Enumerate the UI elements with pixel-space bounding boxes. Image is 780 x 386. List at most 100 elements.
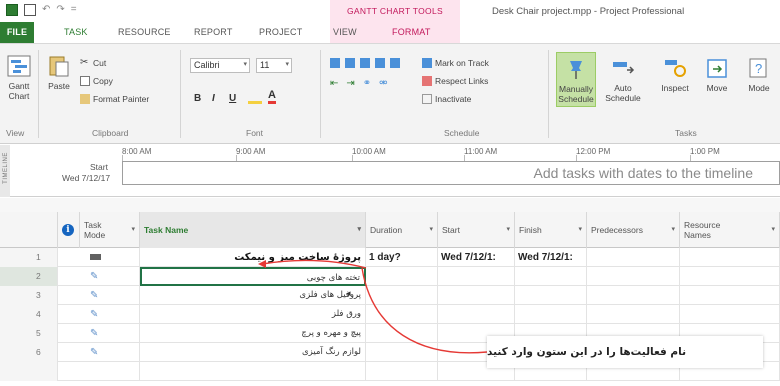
italic-button[interactable]: I — [212, 93, 215, 104]
start-cell[interactable] — [438, 267, 515, 286]
inspect-button[interactable]: Inspect — [658, 56, 692, 93]
task-mode-cell[interactable]: ✎ — [80, 343, 140, 362]
finish-cell[interactable] — [515, 267, 587, 286]
font-family-select[interactable]: Calibri ▾ — [190, 58, 250, 73]
project-app-icon[interactable] — [6, 4, 18, 16]
predecessors-cell[interactable] — [587, 267, 680, 286]
predecessors-cell[interactable] — [587, 286, 680, 305]
format-painter-button[interactable]: Format Painter — [80, 94, 149, 104]
tab-format[interactable]: FORMAT — [392, 27, 431, 37]
tab-project[interactable]: PROJECT — [259, 27, 302, 37]
header-task-name[interactable]: Task Name ▾ — [140, 212, 366, 248]
task-mode-cell[interactable]: ✎ — [80, 324, 140, 343]
unlink-icon[interactable]: ⚮ — [379, 78, 387, 89]
resource-names-cell[interactable] — [680, 267, 780, 286]
auto-schedule-button[interactable]: Auto Schedule — [604, 56, 642, 103]
mark-on-track-button[interactable]: Mark on Track — [422, 58, 489, 68]
header-resource-names[interactable]: Resource Names ▾ — [680, 212, 780, 248]
header-duration[interactable]: Duration ▾ — [366, 212, 438, 248]
start-cell[interactable] — [438, 305, 515, 324]
save-icon[interactable] — [24, 4, 36, 16]
task-mode-cell[interactable]: ✎ — [80, 286, 140, 305]
tab-view[interactable]: VIEW — [333, 27, 357, 37]
chevron-down-icon[interactable]: ▾ — [357, 225, 361, 235]
row-number[interactable] — [0, 362, 58, 381]
header-predecessors[interactable]: Predecessors ▾ — [587, 212, 680, 248]
task-mode-cell[interactable]: ✎ — [80, 305, 140, 324]
inactivate-button[interactable]: Inactivate — [422, 94, 471, 104]
table-row[interactable]: 3 ✎ پروفیل های فلزی — [0, 286, 780, 305]
task-name-cell[interactable]: پروفیل های فلزی — [140, 286, 366, 305]
undo-icon[interactable]: ↶ — [42, 4, 50, 16]
paste-button[interactable]: Paste — [44, 54, 74, 91]
finish-cell[interactable] — [515, 286, 587, 305]
table-row[interactable]: 1 پروژهٔ ساخت میز و نیمکت ◂ 1 day? Wed 7… — [0, 248, 780, 298]
task-name-cell[interactable]: پیچ و مهره و پرچ — [140, 324, 366, 343]
table-row[interactable]: 4 ✎ ورق فلز — [0, 305, 780, 324]
chevron-down-icon[interactable]: ▾ — [131, 225, 135, 235]
select-all-corner[interactable] — [0, 212, 58, 248]
task-name-cell[interactable]: ورق فلز — [140, 305, 366, 324]
task-mode-cell[interactable]: ✎ — [80, 267, 140, 286]
chevron-down-icon[interactable]: ▾ — [578, 225, 582, 235]
task-name-cell[interactable]: لوازم رنگ آمیزی — [140, 343, 366, 362]
respect-links-button[interactable]: Respect Links — [422, 76, 488, 86]
chevron-down-icon[interactable]: ▾ — [429, 225, 433, 235]
predecessors-cell[interactable] — [587, 305, 680, 324]
redo-icon[interactable]: ↷ — [56, 4, 64, 16]
header-finish[interactable]: Finish ▾ — [515, 212, 587, 248]
outdent-icon[interactable]: ⇥ — [346, 78, 354, 89]
timeline-bar[interactable]: Add tasks with dates to the timeline — [122, 161, 780, 185]
indent-icon[interactable]: ⇤ — [330, 78, 338, 89]
complete-75-icon[interactable] — [375, 58, 385, 68]
row-number[interactable]: 6 — [0, 343, 58, 362]
predecessors-cell[interactable] — [587, 248, 680, 267]
move-button[interactable]: Move — [700, 56, 734, 93]
duration-cell[interactable] — [366, 286, 438, 305]
underline-button[interactable]: U — [229, 93, 236, 104]
chevron-down-icon[interactable]: ▾ — [506, 225, 510, 235]
task-name-cell[interactable]: پروژهٔ ساخت میز و نیمکت — [140, 248, 366, 267]
gantt-chart-button[interactable]: Gantt Chart — [4, 54, 34, 101]
font-color-icon[interactable]: A — [268, 90, 276, 104]
complete-50-icon[interactable] — [360, 58, 370, 68]
finish-cell[interactable]: Wed 7/12/1: — [515, 248, 587, 267]
customize-qat-icon[interactable]: = — [71, 4, 77, 16]
row-number[interactable]: 3 — [0, 286, 58, 305]
row-number[interactable]: 4 — [0, 305, 58, 324]
duration-cell[interactable]: 1 day? — [366, 248, 438, 267]
timeline-pane[interactable]: TIMELINE 8:00 AM 9:00 AM 10:00 AM 11:00 … — [0, 145, 780, 197]
tab-file[interactable]: FILE — [0, 22, 34, 43]
resource-names-cell[interactable] — [680, 248, 780, 267]
highlight-color-icon[interactable] — [248, 92, 262, 104]
chevron-down-icon[interactable]: ▾ — [771, 225, 775, 235]
tab-report[interactable]: REPORT — [194, 27, 233, 37]
row-number[interactable]: 1 — [0, 248, 58, 267]
complete-0-icon[interactable] — [330, 58, 340, 68]
header-indicators[interactable]: i — [58, 212, 80, 248]
table-row[interactable]: 2 ✎ تخته های چوبی — [0, 267, 780, 286]
mode-button[interactable]: ? Mode — [742, 56, 776, 93]
resource-names-cell[interactable] — [680, 305, 780, 324]
cut-button[interactable]: ✂ Cut — [80, 58, 106, 69]
row-number[interactable]: 5 — [0, 324, 58, 343]
duration-cell[interactable] — [366, 305, 438, 324]
start-cell[interactable]: Wed 7/12/1: — [438, 248, 515, 267]
finish-cell[interactable] — [515, 305, 587, 324]
complete-100-icon[interactable] — [390, 58, 400, 68]
tab-task[interactable]: TASK — [64, 27, 88, 37]
duration-cell[interactable] — [366, 343, 438, 362]
tab-resource[interactable]: RESOURCE — [118, 27, 171, 37]
start-cell[interactable] — [438, 286, 515, 305]
font-size-select[interactable]: 11 ▾ — [256, 58, 292, 73]
manually-schedule-button[interactable]: Manually Schedule — [556, 52, 596, 107]
bold-button[interactable]: B — [194, 93, 201, 104]
copy-button[interactable]: Copy — [80, 76, 113, 86]
complete-25-icon[interactable] — [345, 58, 355, 68]
task-name-cell[interactable]: تخته های چوبی — [140, 267, 366, 286]
resource-names-cell[interactable] — [680, 286, 780, 305]
duration-cell[interactable] — [366, 324, 438, 343]
link-icon[interactable]: ⚭ — [363, 78, 371, 89]
header-start[interactable]: Start ▾ — [438, 212, 515, 248]
duration-cell[interactable] — [366, 267, 438, 286]
